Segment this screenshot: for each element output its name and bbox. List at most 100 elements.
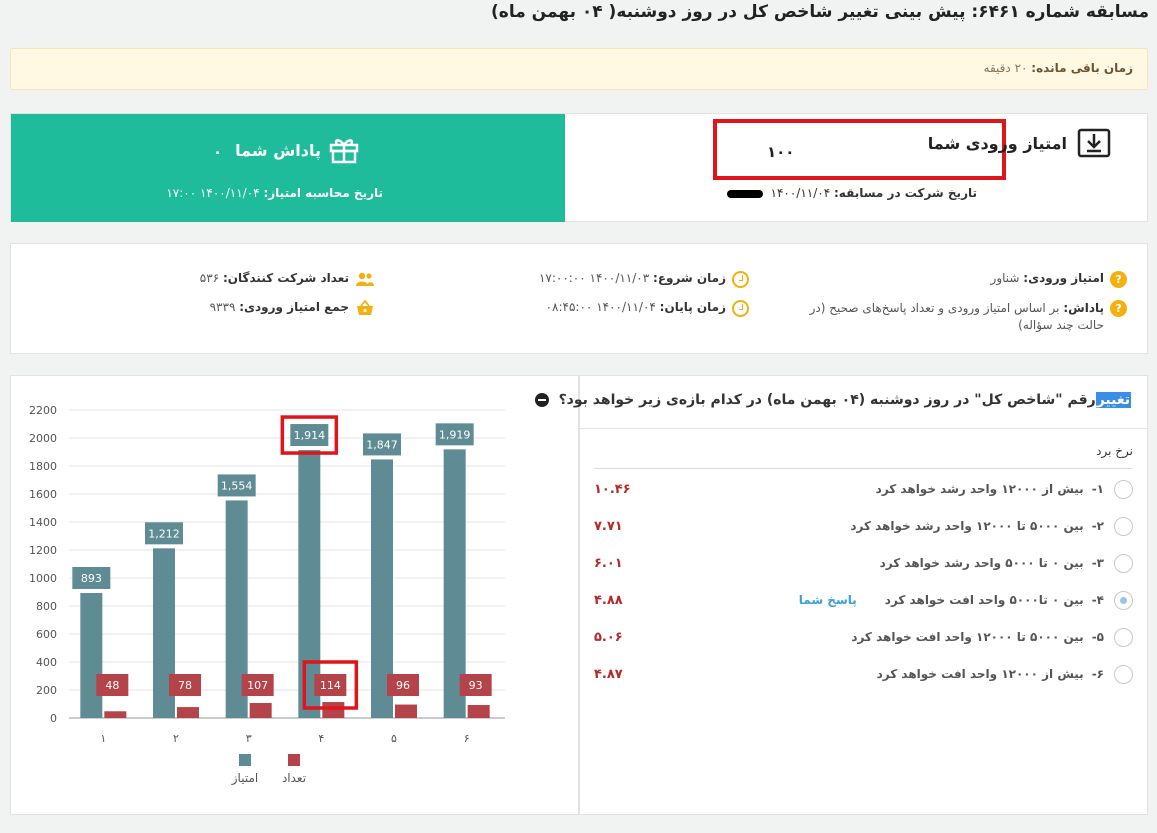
end-time-info: زمان پایان: ۱۴۰۰/۱۱/۰۴ ۰۸:۴۵:۰۰ [546,300,749,317]
calc-date: تاریخ محاسبه امتیاز: ۱۴۰۰/۱۱/۰۴ ۱۷:۰۰ [166,186,383,200]
bar-count [104,711,127,718]
option-text: بین ۵۰۰۰ تا ۱۲۰۰۰ واحد افت خواهد کرد [851,630,1084,644]
option-rate: ۴.۸۸ [594,592,623,608]
x-tick-label: ۲ [173,732,179,745]
reward-title: پاداش شما [235,136,359,164]
option-rate: ۶.۰۱ [594,555,623,571]
reward-value: ۰ [213,143,223,161]
answer-option[interactable]: ۵- بین ۵۰۰۰ تا ۱۲۰۰۰ واحد افت خواهد کرد ۵.… [594,625,1133,649]
option-radio[interactable] [1114,553,1133,573]
basket-icon [357,300,373,315]
x-tick-label: ۱ [100,732,106,745]
clock-icon [732,300,749,317]
prize-info: ? پاداش: بر اساس امتیاز ورودی و تعداد پا… [797,300,1127,334]
time-remaining-alert: زمان باقی مانده: ۲۰ دقیقه [10,48,1148,90]
start-time-label: زمان شروع: [653,271,726,285]
entry-title: امتیاز ورودی شما [928,128,1111,158]
end-time-label: زمان پایان: [659,300,726,314]
start-time-info: زمان شروع: ۱۴۰۰/۱۱/۰۳ ۱۷:۰۰:۰۰ [539,271,749,288]
score-data-label: 1,212 [148,527,180,540]
gift-icon [329,139,359,164]
reward-card: پاداش شما ۰ تاریخ محاسبه امتیاز: ۱۴۰۰/۱۱… [11,114,565,222]
option-text: بین ۵۰۰۰ تا ۱۲۰۰۰ واحد رشد خواهد کرد [850,519,1084,533]
y-tick-label: 0 [50,712,57,725]
results-chart-panel: 0 200 400 600 800 1000 1200 1400 1600 1800 2000 220… [10,375,579,815]
y-tick-label: 1400 [29,516,57,529]
participants-value: ۵۳۶ [199,271,220,285]
end-time-value: ۱۴۰۰/۱۱/۰۴ ۰۸:۴۵:۰۰ [545,300,656,314]
option-radio[interactable] [1114,590,1133,610]
bar-count [322,702,345,718]
x-tick-label: ۵ [391,732,397,745]
entry-value: ۱۰۰ [767,143,795,161]
score-summary: پاداش شما ۰ تاریخ محاسبه امتیاز: ۱۴۰۰/۱۱… [10,113,1148,222]
y-tick-label: 1800 [29,460,57,473]
question-header: تغییررقم "شاخص کل" در روز دوشنبه (۰۴ بهم… [534,392,1131,408]
answer-option[interactable]: ۶- بیش از ۱۲۰۰۰ واحد افت خواهد کرد ۴.۸۷ [594,662,1133,686]
entry-date-label: تاریخ شرکت در مسابقه: [834,186,977,200]
score-data-label: 1,914 [294,429,326,442]
question-text: رقم "شاخص کل" در روز دوشنبه (۰۴ بهمن ماه… [558,392,1096,408]
option-rate: ۵.۰۶ [594,629,623,645]
answer-option[interactable]: ۳- بین ۰ تا ۵۰۰۰ واحد رشد خواهد کرد ۶.۰۱ [594,551,1133,575]
total-score-info: جمع امتیاز ورودی: ۹۳۳۹ [210,300,375,316]
count-data-label: 114 [320,679,341,692]
score-data-label: 1,919 [439,428,471,441]
bar-count [467,704,490,718]
legend-swatch-score [239,754,251,766]
y-tick-label: 600 [36,628,57,641]
score-data-label: 1,847 [366,438,398,451]
count-data-label: 96 [396,679,410,692]
collapse-icon[interactable] [534,393,549,407]
results-chart: 0 200 400 600 800 1000 1200 1400 1600 1800 2000 220… [29,404,505,786]
y-tick-label: 2000 [29,432,57,445]
download-icon [1077,128,1111,158]
question-highlight: تغییر [1095,392,1131,408]
option-number: ۴- [1091,593,1104,607]
legend-swatch-count [288,754,300,766]
entry-score-info: ? امتیاز ورودی: شناور [991,271,1127,288]
y-tick-label: 800 [36,600,57,613]
y-tick-label: 1000 [29,572,57,585]
option-radio[interactable] [1114,664,1133,684]
participants-info: تعداد شرکت کنندگان: ۵۳۶ [200,271,375,287]
entry-score-label: امتیاز ورودی: [1023,271,1104,285]
score-data-label: 893 [81,572,102,585]
x-tick-label: ۳ [246,732,252,745]
reward-label: پاداش شما [235,140,321,160]
contest-info: ? امتیاز ورودی: شناور ? پاداش: بر اساس ا… [10,243,1148,354]
entry-score-value: شناور [990,271,1020,285]
y-tick-label: 1200 [29,544,57,557]
option-text: بیش از ۱۲۰۰۰ واحد رشد خواهد کرد [875,482,1084,496]
option-text: بین ۰ تا۵۰۰۰ واحد افت خواهد کرد [884,593,1084,607]
prize-label: پاداش: [1063,301,1104,315]
answer-option[interactable]: ۲- بین ۵۰۰۰ تا ۱۲۰۰۰ واحد رشد خواهد کرد ۷.… [594,514,1133,538]
option-number: ۳- [1091,556,1104,570]
option-rate: ۱۰.۴۶ [594,481,631,497]
option-radio[interactable] [1114,627,1133,647]
answer-option[interactable]: ۴- بین ۰ تا۵۰۰۰ واحد افت خواهد کرد پاسخ شم… [594,588,1133,612]
entry-date: تاریخ شرکت در مسابقه: ۱۴۰۰/۱۱/۰۴ [726,186,977,200]
option-number: ۶- [1091,667,1104,681]
count-data-label: 48 [105,679,119,692]
calc-date-value: ۱۴۰۰/۱۱/۰۴ ۱۷:۰۰ [166,186,260,200]
start-time-value: ۱۴۰۰/۱۱/۰۳ ۱۷:۰۰:۰۰ [538,271,650,285]
total-score-value: ۹۳۳۹ [209,300,236,314]
option-text: بین ۰ تا ۵۰۰۰ واحد رشد خواهد کرد [879,556,1084,570]
count-data-label: 78 [178,679,192,692]
question-icon: ? [1110,271,1127,288]
users-icon [356,272,374,286]
question-icon: ? [1110,300,1127,317]
option-radio[interactable] [1114,516,1133,536]
legend-label-count: تعداد [282,771,306,785]
y-tick-label: 1600 [29,488,57,501]
count-data-label: 107 [247,679,268,692]
answer-option[interactable]: ۱- بیش از ۱۲۰۰۰ واحد رشد خواهد کرد ۱۰.۴۶ [594,477,1133,501]
question-panel: تغییررقم "شاخص کل" در روز دوشنبه (۰۴ بهم… [534,375,1148,815]
option-number: ۱- [1091,482,1104,496]
entry-date-value: ۱۴۰۰/۱۱/۰۴ [770,186,831,200]
option-radio[interactable] [1114,479,1133,499]
time-remaining-value: ۲۰ دقیقه [983,61,1028,75]
x-tick-label: ۴ [318,732,324,745]
option-number: ۵- [1091,630,1104,644]
